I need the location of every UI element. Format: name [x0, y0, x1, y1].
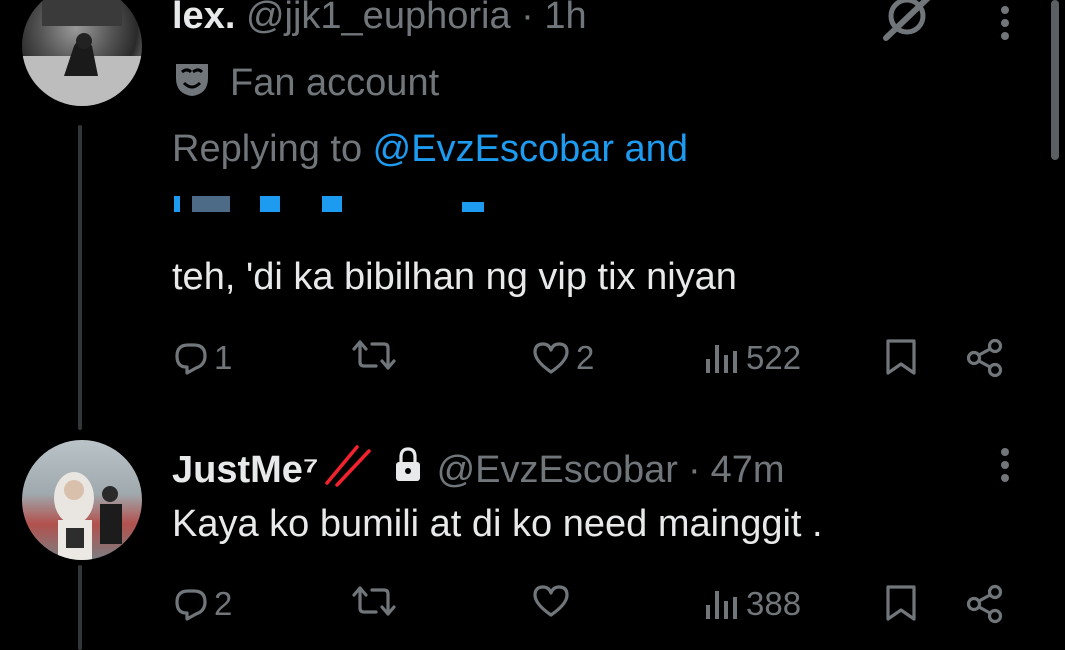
avatar-lex[interactable] [22, 0, 142, 106]
separator-dot: · [521, 0, 534, 37]
tweet-actions: 1 2 522 [172, 338, 1032, 378]
slash-emoji-icon [323, 443, 371, 497]
replying-to-prefix: Replying to [172, 128, 373, 170]
thread-connector-line-bottom [78, 565, 82, 650]
thread-connector-line [78, 125, 82, 430]
views-icon [706, 591, 737, 619]
views-button[interactable]: 522 [704, 338, 801, 378]
reply-icon [175, 589, 207, 621]
tweet-lex[interactable]: lex. @jjk1_euphoria · 1h Fan account Rep… [172, 0, 1065, 400]
lock-icon [393, 447, 423, 493]
reply-count: 1 [214, 339, 233, 376]
replying-to: Replying to @EvzEscobar and [172, 127, 688, 171]
tweet-text: teh, 'di ka bibilhan ng vip tix niyan [172, 256, 737, 298]
reply-icon [175, 343, 207, 375]
like-button[interactable] [532, 584, 570, 618]
grok-icon[interactable] [880, 0, 932, 42]
bookmark-button[interactable] [884, 338, 918, 376]
more-icon[interactable] [999, 2, 1011, 42]
share-button[interactable] [965, 338, 1005, 378]
separator-dot: · [687, 449, 701, 491]
tweet-text: Kaya ko bumili at di ko need mainggit . [172, 503, 823, 545]
like-icon [533, 342, 569, 374]
views-icon [706, 345, 737, 373]
view-count: 522 [746, 339, 802, 376]
redacted-mentions [172, 188, 502, 216]
share-icon [966, 584, 1003, 624]
tweet-justme[interactable]: JustMe⁷ @EvzEscobar · 47m Kaya ko bumili… [172, 440, 1065, 650]
fan-account-label: Fan account [172, 58, 439, 108]
avatar-image [22, 0, 142, 106]
views-button[interactable]: 388 [704, 584, 801, 624]
bookmark-icon [886, 585, 916, 621]
tweet-header: JustMe⁷ @EvzEscobar · 47m [172, 443, 785, 497]
timestamp[interactable]: 1h [544, 0, 586, 37]
like-icon [533, 585, 569, 617]
avatar-image [54, 472, 122, 560]
bookmark-button[interactable] [884, 584, 918, 622]
tweet-header: lex. @jjk1_euphoria · 1h [172, 0, 587, 38]
share-button[interactable] [965, 584, 1005, 624]
fan-account-text: Fan account [230, 62, 440, 104]
user-handle[interactable]: @EvzEscobar [437, 448, 678, 492]
retweet-button[interactable] [352, 338, 396, 372]
mask-icon [172, 58, 212, 108]
reply-button[interactable]: 2 [174, 584, 232, 624]
reply-count: 2 [214, 585, 233, 622]
like-count: 2 [576, 339, 595, 376]
display-name[interactable]: JustMe⁷ [172, 448, 319, 492]
retweet-button[interactable] [352, 584, 396, 618]
reply-button[interactable]: 1 [174, 338, 232, 378]
tweet-actions: 2 388 [172, 584, 1032, 624]
replying-to-link[interactable]: @EvzEscobar and [373, 128, 688, 170]
timestamp[interactable]: 47m [711, 448, 785, 492]
bookmark-icon [886, 339, 916, 375]
like-button[interactable]: 2 [532, 338, 594, 378]
display-name[interactable]: lex. [172, 0, 235, 37]
more-icon[interactable] [999, 444, 1011, 484]
avatar-justme[interactable] [22, 440, 142, 560]
view-count: 388 [746, 585, 802, 622]
retweet-icon [352, 340, 396, 370]
user-handle[interactable]: @jjk1_euphoria [246, 0, 511, 37]
retweet-icon [352, 586, 396, 616]
share-icon [966, 338, 1003, 378]
